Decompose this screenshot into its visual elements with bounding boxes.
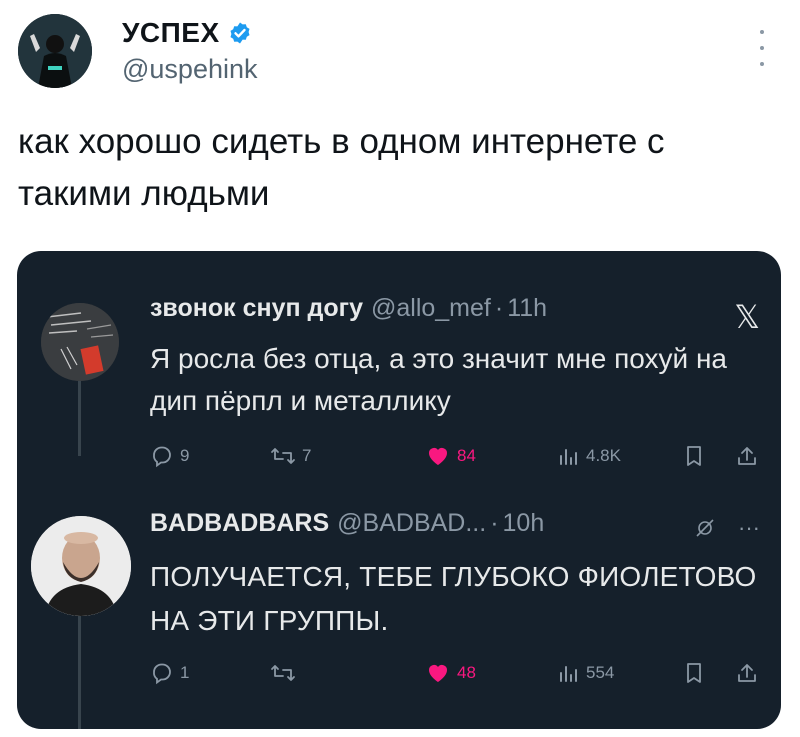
more-options-icon[interactable] [755, 30, 769, 66]
quoted-screenshot[interactable]: звонок снуп догу @allo_mef · 11h 𝕏 Я рос… [17, 251, 781, 729]
reply-button[interactable]: 1 [150, 661, 189, 685]
post-avatar[interactable] [41, 303, 119, 381]
heart-icon [429, 448, 447, 465]
repost-icon [271, 448, 295, 464]
x-logo-icon[interactable]: 𝕏 [734, 298, 760, 336]
views-button[interactable]: 554 [558, 661, 614, 685]
like-button[interactable]: 84 [425, 444, 476, 468]
grok-icon[interactable] [694, 517, 716, 539]
author-display-name[interactable]: УСПЕХ [122, 17, 220, 49]
reply-button[interactable]: 9 [150, 444, 189, 468]
more-options-icon[interactable]: ··· [738, 515, 760, 541]
bookmark-icon [687, 446, 701, 466]
repost-button[interactable]: 7 [270, 444, 311, 468]
share-button[interactable] [736, 444, 758, 468]
post-header: BADBADBARS @BADBAD... · 10h ··· [150, 509, 760, 549]
author-avatar[interactable] [18, 14, 92, 88]
reply-icon [153, 663, 171, 685]
repost-icon [271, 665, 295, 681]
like-count: 48 [457, 663, 476, 682]
post-actions: 1 48 554 [150, 661, 760, 691]
tweet-text: как хорошо сидеть в одном интернете с та… [18, 122, 665, 213]
thread-post[interactable]: звонок снуп догу @allo_mef · 11h 𝕏 Я рос… [150, 294, 760, 468]
reply-count: 1 [180, 663, 190, 682]
views-button[interactable]: 4.8K [558, 444, 621, 468]
author-handle[interactable]: @uspehink [122, 54, 258, 85]
post-avatar[interactable] [31, 516, 131, 616]
views-icon [560, 449, 577, 465]
author-name-row: УСПЕХ [122, 16, 252, 50]
post-author-name[interactable]: BADBADBARS [150, 509, 329, 538]
post-author-handle[interactable]: @allo_mef [371, 294, 491, 323]
share-icon [738, 664, 756, 682]
verified-badge-icon [230, 22, 250, 44]
thread-connector [78, 601, 81, 729]
view-count: 4.8K [586, 446, 621, 465]
post-header: звонок снуп догу @allo_mef · 11h 𝕏 [150, 294, 760, 336]
repost-button[interactable] [270, 661, 302, 685]
post-actions: 9 7 84 4.8K [150, 444, 760, 474]
post-timestamp[interactable]: 11h [507, 294, 547, 323]
heart-icon [429, 665, 447, 682]
like-count: 84 [457, 446, 476, 465]
bookmark-button[interactable] [684, 444, 704, 468]
post-author-handle[interactable]: @BADBAD... [337, 509, 486, 538]
reply-count: 9 [180, 446, 190, 465]
post-text: Я росла без отца, а это значит мне похуй… [150, 343, 727, 416]
thread-post[interactable]: BADBADBARS @BADBAD... · 10h ··· ПОЛУЧАЕТ… [150, 509, 760, 685]
dot-separator: · [490, 509, 499, 537]
post-author-name[interactable]: звонок снуп догу [150, 294, 363, 323]
share-icon [738, 447, 756, 465]
share-button[interactable] [736, 661, 758, 685]
reply-icon [153, 446, 171, 468]
bookmark-icon [687, 663, 701, 683]
post-timestamp[interactable]: 10h [503, 509, 545, 538]
bookmark-button[interactable] [684, 661, 704, 685]
like-button[interactable]: 48 [425, 661, 476, 685]
dot-separator: · [494, 294, 504, 322]
views-icon [560, 666, 577, 682]
post-header-icons: ··· [694, 515, 760, 541]
post-text: ПОЛУЧАЕТСЯ, ТЕБЕ ГЛУБОКО ФИОЛЕТОВО НА ЭТ… [150, 561, 757, 636]
repost-count: 7 [302, 446, 312, 465]
view-count: 554 [586, 663, 615, 682]
